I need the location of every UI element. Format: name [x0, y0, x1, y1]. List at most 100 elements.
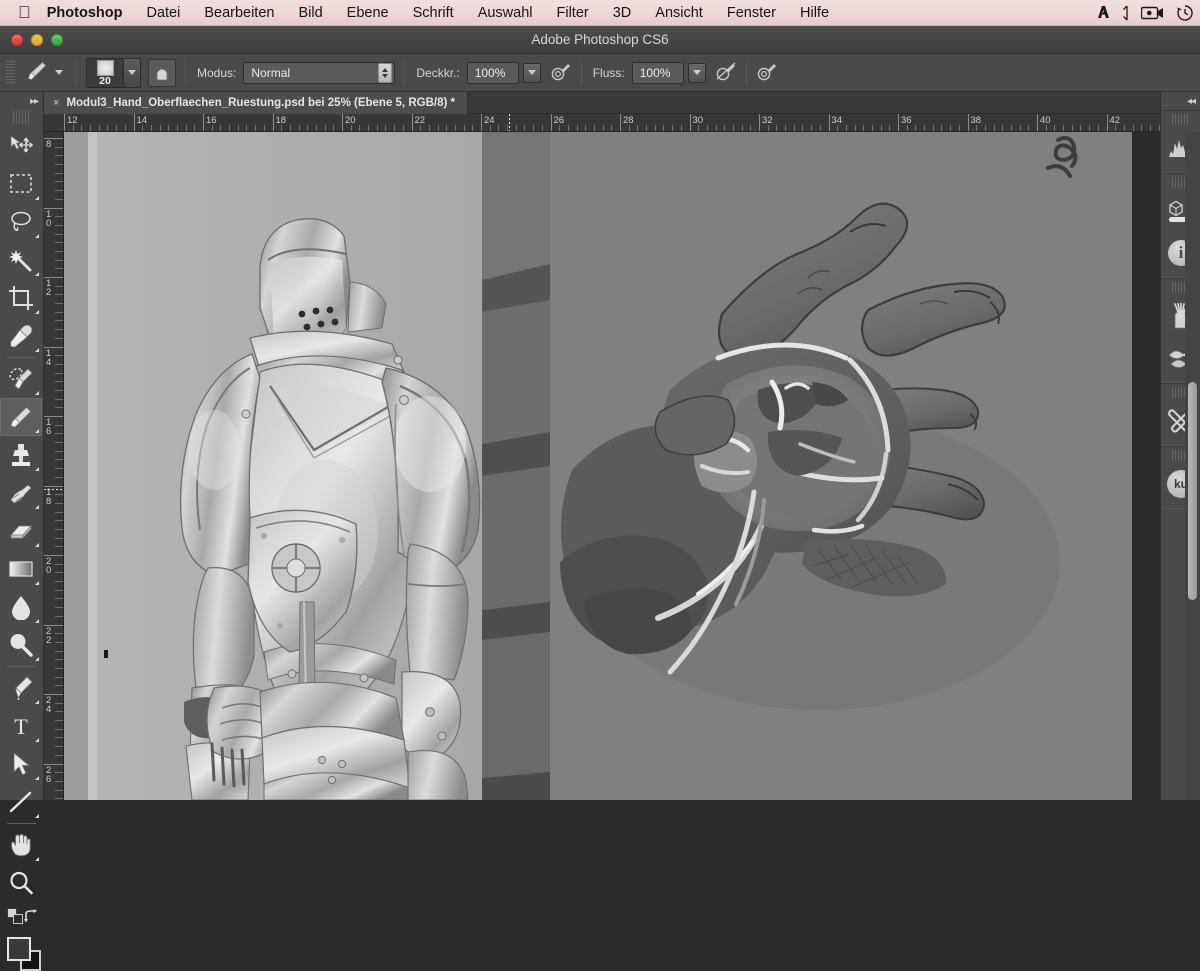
ruler-tick-minor — [150, 125, 152, 131]
time-machine-icon[interactable] — [1176, 4, 1194, 22]
pressure-flow-icon[interactable] — [715, 60, 737, 85]
screen-recording-icon[interactable] — [1141, 5, 1165, 21]
healing-brush-tool[interactable] — [0, 360, 42, 398]
tool-preset-chevron-down-icon[interactable] — [55, 70, 63, 75]
toolbar-grip[interactable] — [13, 110, 30, 124]
ruler-tick-minor — [454, 125, 456, 131]
menu-item-photoshop[interactable]: Photoshop — [47, 5, 135, 21]
zoom-tool[interactable] — [0, 864, 42, 902]
menu-item-bild[interactable]: Bild — [286, 5, 334, 21]
tool-more-triangle-icon — [35, 467, 39, 471]
vertical-ruler[interactable]: 8 1 0 1 2 1 4 1 6 1 8 2 0 2 2 2 4 2 6 — [44, 132, 64, 800]
clone-stamp-tool[interactable] — [0, 436, 42, 474]
canvas-vertical-scrollbar[interactable] — [1185, 132, 1200, 800]
menu-bar-tray — [1094, 4, 1200, 22]
blur-tool[interactable] — [0, 588, 42, 626]
brush-preset-picker[interactable]: 20 — [86, 57, 141, 88]
flow-input[interactable]: 100% — [631, 61, 684, 84]
artboard[interactable] — [64, 132, 1132, 800]
pressure-opacity-icon[interactable] — [550, 60, 572, 85]
canvas-viewport[interactable] — [64, 132, 1132, 800]
tablet-pressure-toggle[interactable] — [148, 58, 176, 87]
menu-item-ansicht[interactable]: Ansicht — [643, 5, 715, 21]
ruler-tick-minor — [55, 329, 63, 331]
color-swatches[interactable] — [7, 937, 41, 971]
line-tool[interactable] — [0, 783, 42, 821]
dodge-tool[interactable] — [0, 626, 42, 664]
ruler-tick-minor — [1089, 125, 1091, 131]
tool-preset-picker[interactable] — [20, 58, 67, 87]
menu-item-filter[interactable]: Filter — [545, 5, 601, 21]
ruler-tick-minor — [194, 125, 196, 131]
ruler-tick-minor — [229, 125, 231, 131]
ruler-tick-minor — [55, 285, 63, 287]
scrollbar-thumb[interactable] — [1188, 382, 1197, 600]
ruler-label: 1 6 — [46, 417, 52, 437]
menu-item-hilfe[interactable]: Hilfe — [788, 5, 841, 21]
menu-item-auswahl[interactable]: Auswahl — [466, 5, 545, 21]
blend-mode-stepper-icon[interactable] — [378, 62, 393, 83]
ruler-label: 2 6 — [46, 764, 52, 785]
brush-tool[interactable] — [0, 398, 42, 436]
opacity-input[interactable]: 100% — [466, 61, 519, 84]
flow-dropdown-icon[interactable] — [687, 62, 706, 83]
menu-item-ebene[interactable]: Ebene — [335, 5, 401, 21]
ruler-tick-minor — [1045, 125, 1047, 131]
mac-menu-bar:  Photoshop Datei Bearbeiten Bild Ebene … — [0, 0, 1200, 26]
ruler-tick-minor — [72, 125, 74, 131]
ruler-tick-minor — [55, 389, 63, 391]
history-brush-tool[interactable] — [0, 474, 42, 512]
lasso-tool[interactable] — [0, 203, 42, 241]
apple-logo-icon[interactable]:  — [18, 4, 31, 21]
crop-tool[interactable] — [0, 279, 42, 317]
ruler-tick-minor — [576, 125, 578, 131]
ruler-tick-minor — [55, 181, 63, 183]
ruler-label: 40 — [1040, 115, 1051, 126]
document-tab[interactable]: × Modul3_Hand_Oberflaechen_Ruestung.psd … — [44, 92, 468, 114]
ruler-tick-minor — [55, 685, 63, 687]
ruler-tick-minor — [1080, 125, 1082, 131]
hand-tool[interactable] — [0, 826, 42, 864]
eyedropper-tool[interactable] — [0, 317, 42, 355]
gradient-tool[interactable] — [0, 550, 42, 588]
blend-mode-value: Normal — [251, 65, 291, 80]
menu-item-3d[interactable]: 3D — [601, 5, 644, 21]
ruler-tick-minor — [255, 125, 257, 131]
default-colors-icon[interactable] — [7, 908, 24, 930]
tool-more-triangle-icon — [35, 776, 39, 780]
move-tool[interactable] — [0, 127, 42, 165]
magic-wand-tool[interactable] — [0, 241, 42, 279]
brush-size-preview[interactable]: 20 — [86, 57, 124, 88]
ruler-tick-minor — [1097, 125, 1099, 131]
toolbar-collapse-button[interactable]: ▸▸ — [0, 92, 43, 110]
eraser-tool[interactable] — [0, 512, 42, 550]
adobe-cc-icon[interactable] — [1094, 4, 1111, 21]
ruler-tick-minor — [55, 589, 63, 591]
ruler-tick-minor — [950, 125, 952, 131]
horizontal-ruler[interactable]: 12 14 16 18 20 22 24 26 28 30 32 34 36 38 40 42 — [44, 114, 1160, 132]
brush-preset-chevron-down-icon[interactable] — [124, 57, 141, 88]
menu-item-datei[interactable]: Datei — [134, 5, 192, 21]
path-selection-tool[interactable] — [0, 745, 42, 783]
ruler-tick-minor — [1115, 125, 1117, 131]
options-bar-grip[interactable] — [6, 60, 15, 85]
menu-item-bearbeiten[interactable]: Bearbeiten — [192, 5, 286, 21]
airbrush-icon[interactable] — [756, 60, 778, 85]
menu-item-fenster[interactable]: Fenster — [715, 5, 788, 21]
dock-collapse-button[interactable]: ◂◂ — [1161, 92, 1200, 110]
ruler-tick-minor — [428, 125, 430, 131]
swap-colors-icon[interactable] — [24, 908, 40, 930]
close-icon[interactable]: × — [53, 97, 59, 109]
opacity-dropdown-icon[interactable] — [522, 62, 541, 83]
ruler-tick-minor — [281, 125, 283, 131]
bluetooth-icon[interactable] — [1122, 5, 1130, 21]
foreground-color-swatch[interactable] — [7, 937, 31, 961]
panel-group-grip[interactable] — [1172, 114, 1189, 125]
type-tool[interactable]: T — [0, 707, 42, 745]
ruler-tick-minor — [1054, 125, 1056, 131]
rectangular-marquee-tool[interactable] — [0, 165, 42, 203]
pen-tool[interactable] — [0, 669, 42, 707]
tool-more-triangle-icon — [35, 348, 39, 352]
blend-mode-select[interactable]: Normal — [243, 61, 396, 84]
menu-item-schrift[interactable]: Schrift — [401, 5, 466, 21]
